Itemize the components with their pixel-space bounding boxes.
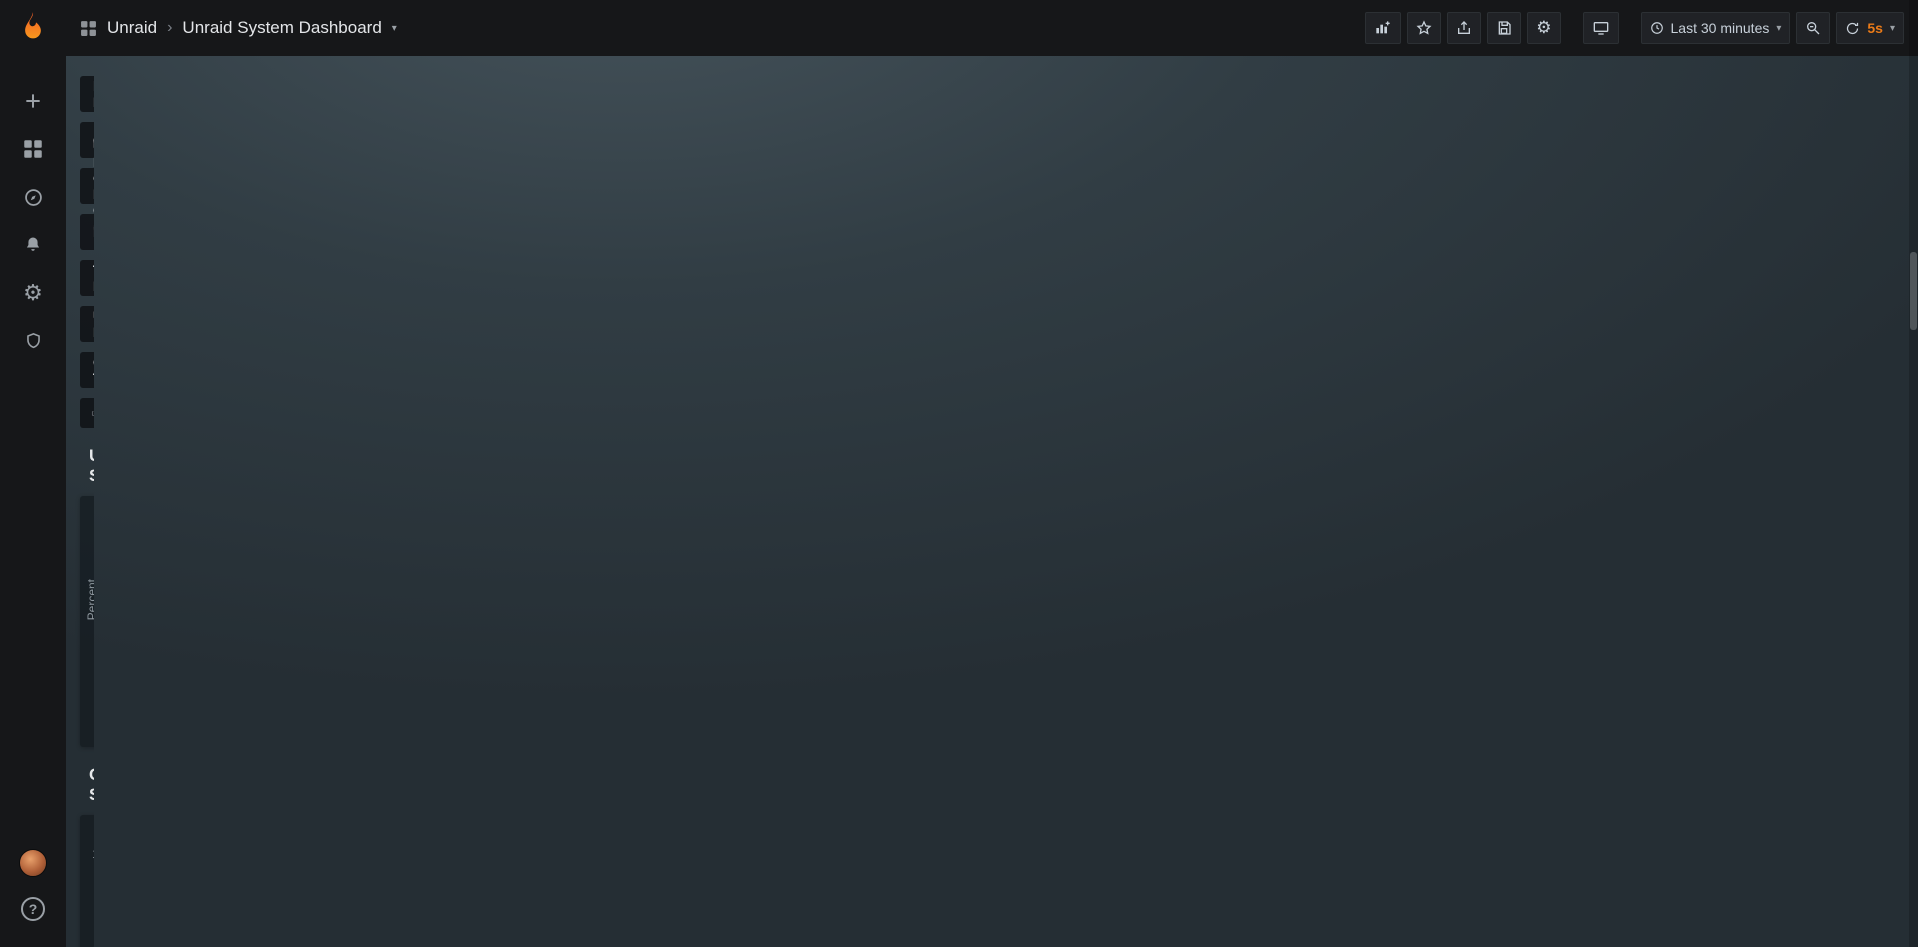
zoom-out-icon <box>1805 20 1821 36</box>
dashboards-icon[interactable] <box>19 135 47 163</box>
page-scrollbar-thumb[interactable] <box>1910 252 1917 330</box>
refresh-icon <box>1845 21 1860 36</box>
section-title: UPS Stats <box>89 446 94 486</box>
share-dashboard-button[interactable] <box>1447 12 1481 44</box>
share-icon <box>1456 20 1472 36</box>
main-area: Unraid › Unraid System Dashboard ▾ ⚙ Las… <box>66 0 1918 947</box>
tv-mode-button[interactable] <box>1583 12 1619 44</box>
explore-compass-icon[interactable] <box>19 183 47 211</box>
configuration-gear-icon[interactable]: ⚙ <box>19 279 47 307</box>
alerting-bell-icon[interactable] <box>19 231 47 259</box>
variable-label: host <box>93 224 94 240</box>
grafana-logo[interactable] <box>16 10 50 47</box>
time-range-label: Last 30 minutes <box>1671 20 1770 36</box>
breadcrumb-separator: › <box>167 19 172 37</box>
variable-currency[interactable]: Currencykr▾ <box>80 122 94 158</box>
add-panel-button[interactable] <box>1365 12 1401 44</box>
y-axis-label-left: Percent <box>85 579 94 620</box>
variable-label: kWh Price <box>93 78 94 110</box>
panel-ups-load: UPS Load % Last 12 hours Percent 35%30%2… <box>80 496 94 747</box>
dashboard-grid-icon <box>80 20 97 37</box>
variable-cpu-threads: CPU Threads <box>80 352 94 388</box>
navbar: Unraid › Unraid System Dashboard ▾ ⚙ Las… <box>66 0 1918 56</box>
star-icon <box>1416 20 1432 36</box>
monitor-icon <box>1592 20 1610 36</box>
panel-title[interactable]: CPU 1 <box>80 815 94 839</box>
chevron-down-icon: ▾ <box>1776 23 1781 34</box>
dashboard: kWh Price0.65▾ Currencykr▾ UPS Max Outpu… <box>66 56 94 947</box>
user-avatar[interactable] <box>19 849 47 877</box>
save-dashboard-button[interactable] <box>1487 12 1521 44</box>
variable-ups-datasource[interactable]: UPS Datasourceapcupsd-container▾ <box>80 306 94 342</box>
zoom-out-time-button[interactable] <box>1796 12 1830 44</box>
star-dashboard-button[interactable] <box>1407 12 1441 44</box>
create-plus-icon[interactable] <box>19 87 47 115</box>
page-scrollbar <box>1909 0 1918 947</box>
y-axis-left: 100%50%0% <box>84 847 94 947</box>
help-icon[interactable]: ? <box>19 895 47 923</box>
grafana-app: ⚙ ? Unraid › Unraid System Dashboard ▾ ⚙ <box>0 0 1918 947</box>
refresh-button[interactable]: 5s ▾ <box>1836 12 1904 44</box>
chevron-down-icon[interactable]: ▾ <box>392 23 397 34</box>
dashboard-title[interactable]: Unraid System Dashboard <box>182 18 381 38</box>
panel-title[interactable]: UPS Load % <box>80 496 94 520</box>
breadcrumb: Unraid › Unraid System Dashboard ▾ <box>80 18 397 38</box>
variable-ups-max-output[interactable]: UPS Max Output Power Capacity (Watt)865▾ <box>80 168 94 204</box>
variable-label: Telegraf Datasource <box>93 262 94 294</box>
chevron-down-icon: ▾ <box>1890 23 1895 34</box>
dashboard-settings-button[interactable]: ⚙ <box>1527 12 1560 44</box>
save-icon <box>1496 20 1512 36</box>
legend: UPS LoadMin: 17% Max: 32% Avg: 20% Watts… <box>80 689 94 786</box>
gear-icon: ⚙ <box>1536 18 1551 38</box>
variable-host[interactable]: hostNostromo▾ <box>80 214 94 250</box>
link-grafana-plex-theme[interactable]: Grafana Plex Theme <box>80 398 94 428</box>
panel-cpu1: CPU 1 Last 30 minutes 100%50%0% 19:5520:… <box>80 815 94 947</box>
external-link-icon <box>91 407 94 420</box>
add-panel-icon <box>1374 20 1392 36</box>
navbar-actions: ⚙ Last 30 minutes ▾ 5s ▾ <box>1365 12 1904 44</box>
breadcrumb-folder[interactable]: Unraid <box>107 18 157 38</box>
variable-label: UPS Datasource <box>93 308 94 340</box>
sidebar-bottom: ? <box>19 841 47 933</box>
clock-icon <box>1650 21 1664 35</box>
variable-telegraf-datasource[interactable]: Telegraf DatasourceTelegraf▾ <box>80 260 94 296</box>
grafana-flame-icon <box>16 10 50 44</box>
server-admin-shield-icon[interactable] <box>19 327 47 355</box>
variable-kwh-price[interactable]: kWh Price0.65▾ <box>80 76 94 112</box>
time-range-picker[interactable]: Last 30 minutes ▾ <box>1641 12 1791 44</box>
refresh-interval-label: 5s <box>1867 20 1883 36</box>
sidebar: ⚙ ? <box>0 0 66 947</box>
variable-label: CPU Threads <box>93 354 94 386</box>
